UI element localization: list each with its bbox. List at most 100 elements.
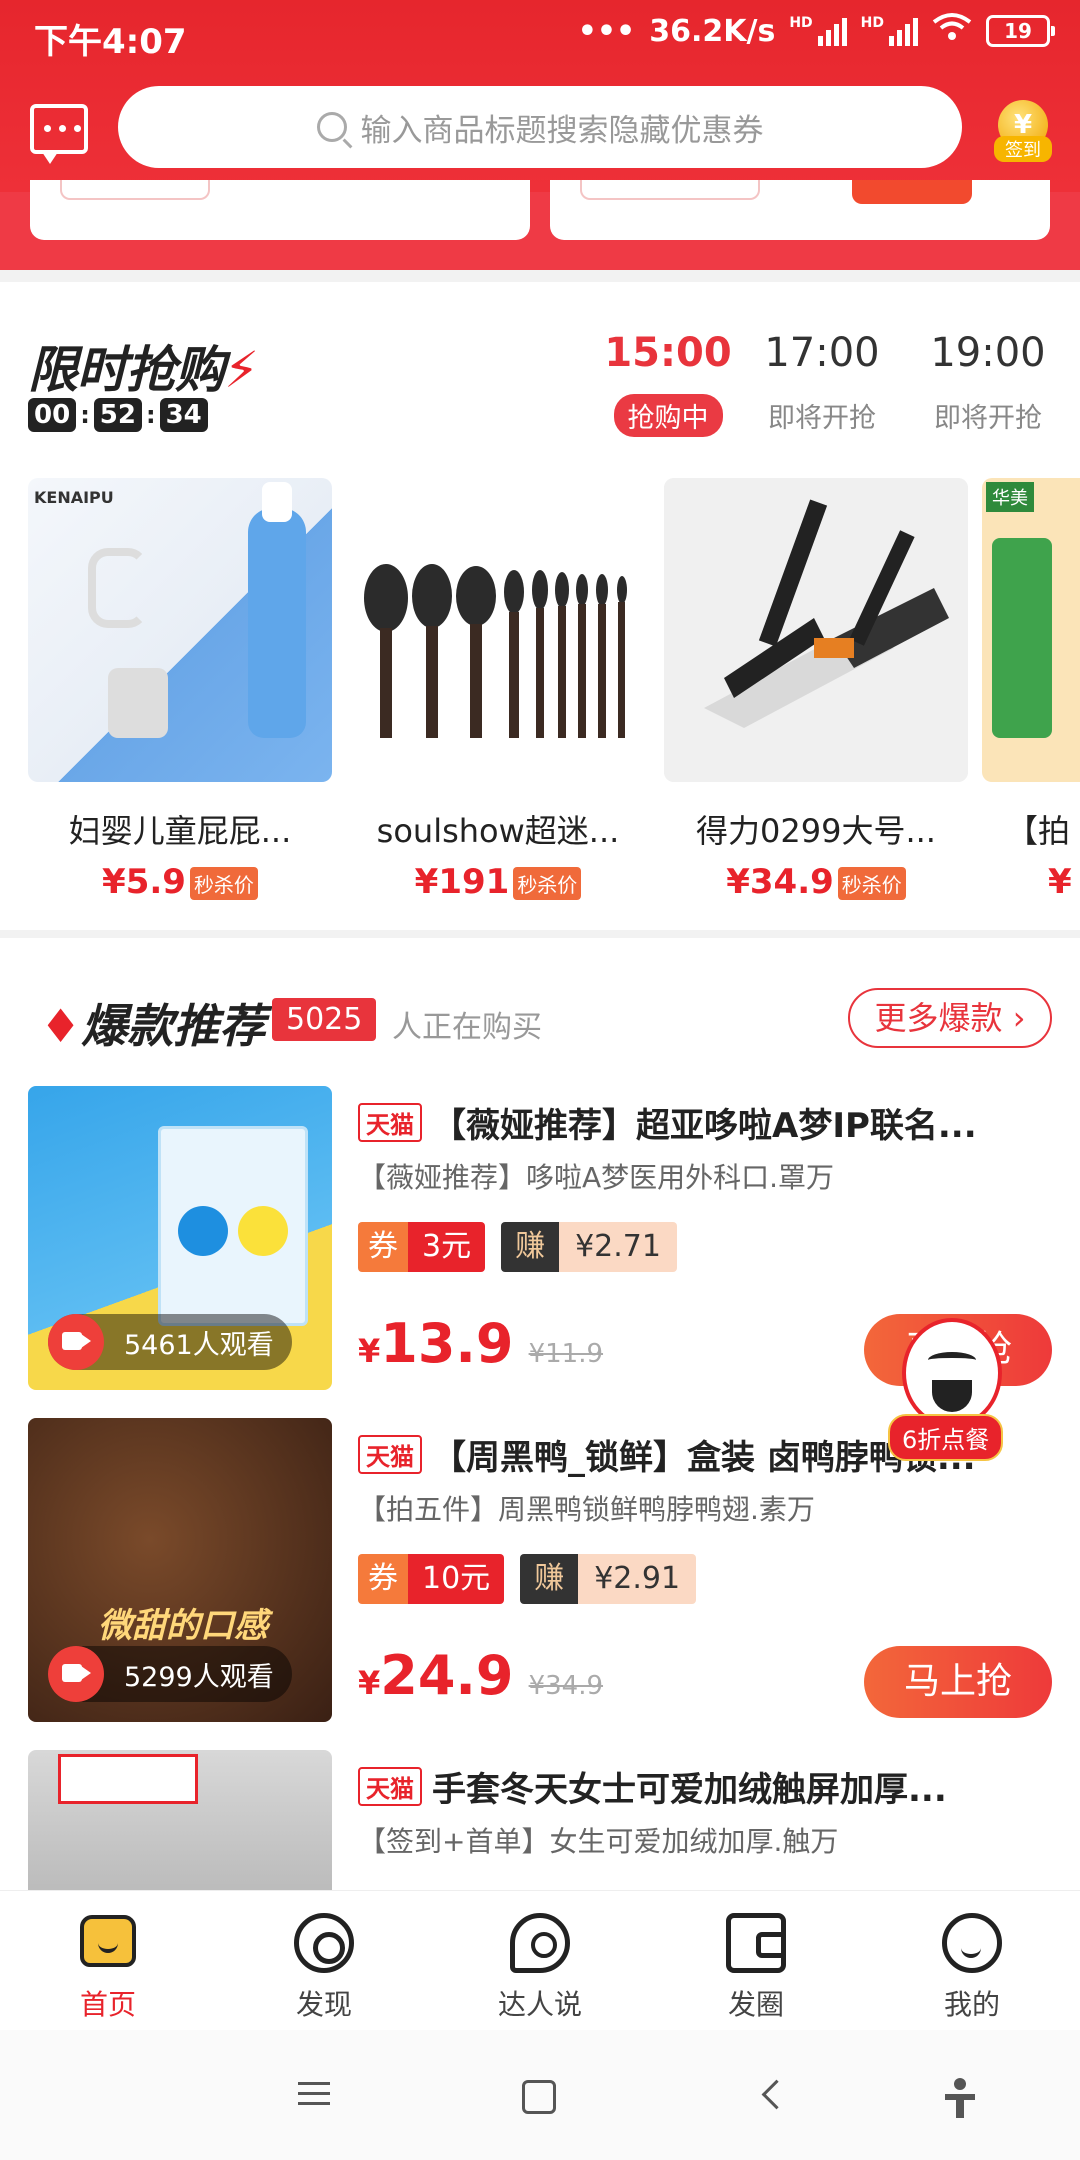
wallet-icon [726,1913,786,1973]
slot-status: 即将开抢 [934,403,1042,434]
chevron-right-icon: › [1012,999,1026,1037]
live-viewers-pill: 5299人观看 [48,1646,292,1702]
tmall-badge: 天猫 [358,1435,422,1474]
product-card[interactable]: 天猫 手套冬天女士可爱加绒触屏加厚... 【签到+首单】女生可爱加绒加厚.触万 [28,1750,1058,1890]
nozzle-shape [88,548,148,628]
product-price: ¥34.9 秒杀价 [664,862,968,902]
discover-icon [294,1913,354,1973]
bottle-cap [262,482,292,522]
price-value: ¥191 [414,862,510,902]
signal-2-icon: HD [861,16,918,46]
package-shape [992,538,1052,738]
price-row: ¥24.9 ¥34.9 [358,1644,603,1707]
time-slot-1700[interactable]: 17:00 即将开抢 [742,330,902,437]
price-number: 24.9 [380,1644,514,1707]
product-title: 天猫 手套冬天女士可爱加绒触屏加厚... [358,1762,1058,1811]
hd-label-2: HD [860,15,884,31]
time-slot-tabs: 15:00 抢购中 17:00 即将开抢 19:00 即将开抢 [588,330,1068,440]
current-price: ¥24.9 [358,1644,514,1707]
time-slot-1900[interactable]: 19:00 即将开抢 [908,330,1068,437]
flash-sale-title: 限时抢购⚡ [28,330,259,402]
product-price: ¥ [982,862,1080,902]
pouch-shape [108,668,168,738]
dots-icon: ••• [577,13,636,49]
product-price: ¥5.9 秒杀价 [28,862,332,902]
flash-item[interactable]: KENAIPU 妇婴儿童屁屁... ¥5.9 秒杀价 [28,478,332,902]
coupon-value: 3元 [408,1222,486,1272]
tmall-badge: 天猫 [358,1103,422,1142]
flash-item[interactable]: 得力0299大号... ¥34.9 秒杀价 [664,478,968,902]
checkin-button[interactable]: ¥ 签到 [994,100,1052,162]
hot-title-text: 爆款推荐 [81,999,266,1053]
kfc-promo-float[interactable]: 6折点餐 [888,1318,1028,1461]
banner-peek-detail [60,180,210,200]
status-indicators: ••• 36.2K/s HD HD 19 [577,12,1055,50]
banner-card-right[interactable] [550,180,1050,240]
home-square-icon[interactable] [522,2080,556,2114]
tmall-badge: 天猫 [358,1767,422,1806]
status-time: 下午4:07 [34,22,187,62]
back-icon[interactable] [756,2076,796,2116]
tab-label: 首页 [79,1988,136,2021]
hd-label: HD [789,15,813,31]
brushes-illustration [364,564,627,738]
network-speed: 36.2K/s [649,13,776,49]
tab-profile[interactable]: 我的 [864,1891,1080,2030]
product-name: soulshow超迷... [376,812,620,850]
slot-time: 17:00 [764,330,880,376]
more-hot-button[interactable]: 更多爆款 › [848,988,1052,1048]
stapler-illustration [664,478,968,782]
accessibility-icon[interactable] [940,2076,980,2118]
price-tag: 秒杀价 [189,867,258,900]
profile-icon [942,1913,1002,1973]
coupon-badge: 券 10元 [358,1554,505,1604]
product-card[interactable]: 微甜的口感 5299人观看 天猫 【周黑鸭_锁鲜】盒装 卤鸭脖鸭锁... 【拍五件… [28,1418,1058,1722]
product-image: KENAIPU [28,478,332,782]
tab-label: 发圈 [727,1988,784,2021]
earn-label: 赚 [501,1222,560,1272]
price-value: ¥ [1048,862,1072,902]
viewer-count: 5299人观看 [124,1661,274,1693]
price-row: ¥13.9 ¥11.9 [358,1312,603,1375]
price-tag: 秒杀价 [513,867,582,900]
banner-peek-button [852,180,972,204]
price-value: ¥5.9 [102,862,186,902]
price-symbol: ¥ [358,1332,381,1370]
coupon-label: 券 [358,1554,408,1604]
earn-badge: 赚 ¥2.91 [520,1554,697,1604]
more-label: 更多爆款 [874,999,1003,1037]
bottom-tab-bar: 首页 发现 达人说 发圈 我的 [0,1890,1080,2030]
price-label-shape [58,1754,198,1804]
message-icon[interactable] [30,104,88,164]
image-caption: 微甜的口感 [98,1606,268,1646]
time-slot-1500[interactable]: 15:00 抢购中 [588,330,748,437]
countdown-timer: 00 : 52 : 34 [28,398,208,432]
buyer-count-text: 人正在购买 [392,1010,542,1045]
search-input[interactable]: 输入商品标题搜索隐藏优惠券 [118,86,962,168]
product-image [346,478,650,782]
tab-label: 发现 [295,1988,352,2021]
flash-sale-section: 限时抢购⚡ 00 : 52 : 34 15:00 抢购中 17:00 即将开抢 … [0,282,1080,930]
product-subtitle: 【薇娅推荐】哆啦A梦医用外科口.罩万 [358,1161,835,1194]
product-subtitle: 【拍五件】周黑鸭锁鲜鸭脖鸭翅.素万 [358,1493,815,1526]
product-price: ¥191 秒杀价 [346,862,650,902]
brand-logo: KENAIPU [34,488,114,507]
coupon-badge: 券 3元 [358,1222,486,1272]
tab-discover[interactable]: 发现 [216,1891,432,2030]
banner-card-left[interactable] [30,180,530,240]
flame-icon: ♦ [40,999,82,1053]
flash-item[interactable]: soulshow超迷... ¥191 秒杀价 [346,478,650,902]
search-placeholder: 输入商品标题搜索隐藏优惠券 [360,112,764,149]
countdown-seconds: 34 [159,398,208,432]
tab-talk[interactable]: 达人说 [432,1891,648,2030]
flash-item[interactable]: 华美 【拍 ¥ [982,478,1080,902]
coupon-value: 10元 [408,1554,505,1604]
tab-share[interactable]: 发圈 [648,1891,864,2030]
banner-peek-detail [580,180,760,200]
menu-icon[interactable] [298,2076,338,2116]
price-value: ¥34.9 [726,862,834,902]
doraemon-shape [178,1206,228,1256]
countdown-hours: 00 [28,398,77,432]
tab-home[interactable]: 首页 [0,1891,216,2030]
buy-now-button[interactable]: 马上抢 [864,1646,1052,1718]
